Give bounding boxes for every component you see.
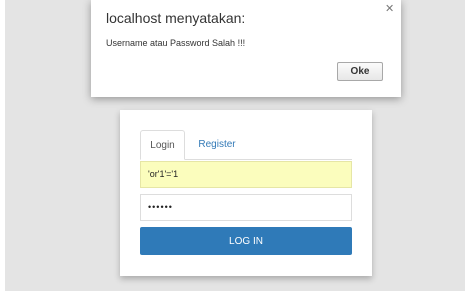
username-input[interactable]: 'or'1'='1 xyxy=(140,161,352,188)
login-card: Login Register 'or'1'='1 •••••• LOG IN xyxy=(120,110,372,276)
login-button[interactable]: LOG IN xyxy=(140,227,352,255)
tab-login[interactable]: Login xyxy=(140,130,185,160)
tab-register[interactable]: Register xyxy=(192,130,242,159)
dialog-message: Username atau Password Salah !!! xyxy=(106,38,246,48)
ok-button[interactable]: Oke xyxy=(337,62,383,81)
dialog-title: localhost menyatakan: xyxy=(106,10,246,26)
password-input[interactable]: •••••• xyxy=(140,194,352,221)
close-icon[interactable]: ✕ xyxy=(385,2,394,15)
alert-dialog: localhost menyatakan: ✕ Username atau Pa… xyxy=(91,0,401,97)
tab-bar: Login Register xyxy=(140,130,352,160)
